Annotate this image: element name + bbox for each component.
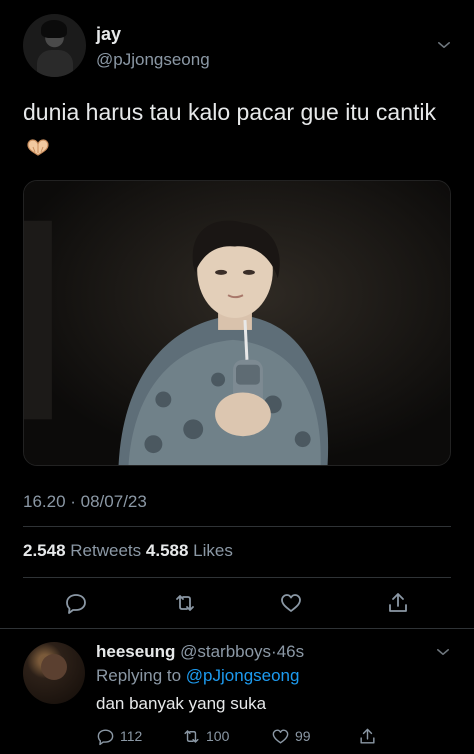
- reply-author-line[interactable]: heeseung @starbboys·46s: [96, 642, 304, 662]
- reply-reply-button[interactable]: 112: [96, 725, 142, 747]
- tweet-actions: [23, 585, 451, 621]
- retweet-icon: [184, 729, 199, 743]
- reply-text: dan banyak yang suka: [96, 694, 267, 713]
- reply-retweet-count: 100: [206, 728, 230, 744]
- replying-prefix: Replying to: [96, 666, 182, 685]
- like-icon[interactable]: [279, 591, 303, 615]
- tweet-stats: 2.548 Retweets 4.588 Likes: [23, 541, 233, 561]
- reply-tweet[interactable]: heeseung @starbboys·46s Replying to @pJj…: [0, 630, 474, 754]
- like-icon: [272, 728, 289, 744]
- caret-down-icon[interactable]: [435, 36, 453, 54]
- reply-author-name[interactable]: heeseung: [96, 642, 175, 661]
- retweets-count[interactable]: 2.548: [23, 541, 66, 560]
- divider: [23, 577, 451, 578]
- reply-icon: [97, 728, 114, 745]
- reply-icon[interactable]: [64, 591, 88, 615]
- divider: [0, 628, 474, 629]
- author-avatar[interactable]: [23, 14, 86, 77]
- likes-label[interactable]: Likes: [193, 541, 233, 560]
- replying-to-link[interactable]: @pJjongseong: [186, 666, 300, 685]
- reply-actions: 112 100 99: [96, 725, 396, 747]
- author-display-name[interactable]: jay: [96, 24, 121, 45]
- reply-like-button[interactable]: 99: [271, 725, 311, 747]
- heart-hands-emoji: [27, 139, 49, 156]
- tweet-text-body: dunia harus tau kalo pacar gue itu canti…: [23, 99, 436, 125]
- tweet-timestamp: 16.20 · 08/07/23: [23, 492, 147, 511]
- retweets-label[interactable]: Retweets: [70, 541, 141, 560]
- reply-author-handle[interactable]: @starbboys·46s: [180, 642, 304, 661]
- tweet-text: dunia harus tau kalo pacar gue itu canti…: [23, 95, 443, 163]
- reply-reply-count: 112: [120, 728, 143, 744]
- author-handle[interactable]: @pJjongseong: [96, 50, 210, 70]
- caret-down-icon[interactable]: [434, 643, 452, 661]
- reply-like-count: 99: [295, 728, 311, 744]
- divider: [23, 526, 451, 527]
- reply-share-button[interactable]: [358, 725, 377, 747]
- reply-author-avatar[interactable]: [23, 642, 85, 704]
- share-icon: [360, 728, 375, 744]
- retweet-icon[interactable]: [173, 591, 197, 615]
- tweet-photo[interactable]: [23, 180, 451, 466]
- reply-retweet-button[interactable]: 100: [182, 725, 229, 747]
- share-icon[interactable]: [386, 591, 410, 615]
- likes-count[interactable]: 4.588: [146, 541, 189, 560]
- replying-to: Replying to @pJjongseong: [96, 666, 299, 686]
- tweet-header: jay @pJjongseong: [23, 14, 453, 78]
